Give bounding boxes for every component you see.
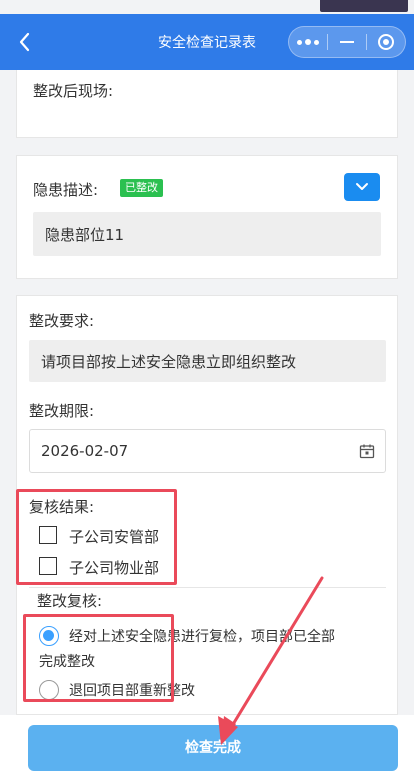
deadline-date-input[interactable]: 2026-02-07 [29,429,386,473]
mini-program-capsule [288,26,406,58]
navbar: 安全检查记录表 [0,14,414,70]
highlight-box-rectify-review [23,614,174,702]
submit-button[interactable]: 检查完成 [28,725,398,771]
hazard-card: 隐患描述: 已整改 隐患部位11 [16,155,398,279]
after-rectify-label: 整改后现场: [33,82,114,100]
footer-bar: 检查完成 [0,715,414,780]
requirement-label: 整改要求: [29,312,95,330]
more-button[interactable] [289,27,327,57]
status-strip [0,0,414,14]
close-target-button[interactable] [367,27,405,57]
highlight-box-review-result [16,489,177,585]
calendar-icon[interactable] [359,443,375,459]
minimize-button[interactable] [328,27,366,57]
section-divider [29,587,386,588]
hazard-description: 隐患部位11 [33,212,381,256]
after-rectify-card: 整改后现场: [16,70,398,138]
chevron-down-icon [356,183,368,190]
status-badge: 已整改 [120,179,163,197]
rectify-review-label: 整改复核: [37,592,103,610]
status-thumbnail [320,0,408,12]
target-icon [378,34,394,50]
deadline-date-value: 2026-02-07 [41,442,129,460]
deadline-label: 整改期限: [29,402,95,420]
hazard-label: 隐患描述: [33,181,99,199]
more-dots-icon [297,39,319,45]
minimize-icon [340,41,354,43]
expand-button[interactable] [344,173,380,201]
requirement-text: 请项目部按上述安全隐患立即组织整改 [29,340,386,382]
